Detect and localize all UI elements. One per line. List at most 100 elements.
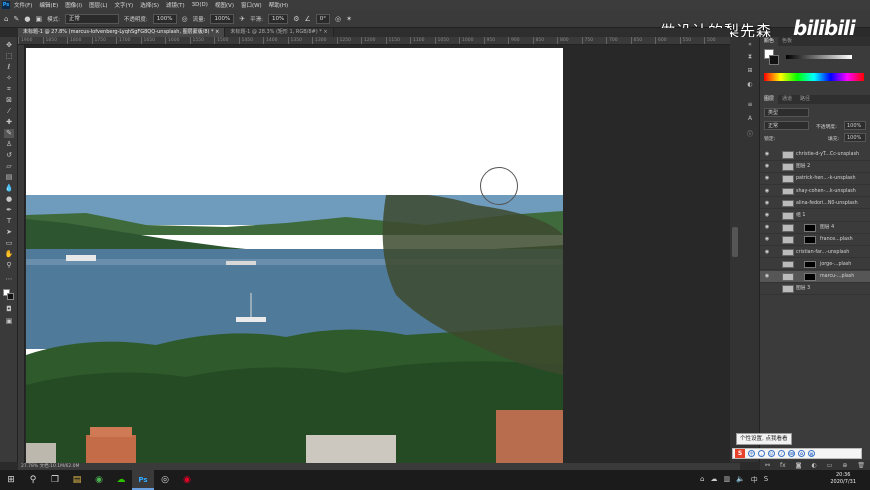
menu-select[interactable]: 选择(S): [140, 1, 159, 9]
menu-edit[interactable]: 编辑(E): [39, 1, 58, 9]
layer-mask-thumbnail[interactable]: [804, 273, 816, 281]
screen-mode-icon[interactable]: ▣: [4, 317, 14, 326]
layer-opacity-field[interactable]: 100%: [844, 121, 866, 130]
brightness-slider[interactable]: [786, 55, 852, 59]
foreground-background-colors[interactable]: [3, 289, 14, 300]
ime-punct-icon[interactable]: ,: [758, 450, 765, 457]
tray-app-icon[interactable]: ⌂: [700, 475, 704, 485]
collapse-icon[interactable]: «: [745, 41, 755, 49]
visibility-eye-icon[interactable]: ◉: [763, 173, 771, 185]
netease-music-icon[interactable]: ◉: [176, 470, 198, 490]
lasso-tool-icon[interactable]: ℓ: [4, 63, 14, 72]
new-group-icon[interactable]: ▭: [827, 462, 833, 469]
layer-row[interactable]: jorge-...plash: [760, 259, 870, 271]
gear-icon[interactable]: ⚙: [293, 15, 299, 23]
menu-window[interactable]: 窗口(W): [241, 1, 262, 9]
blend-mode-select[interactable]: 正常: [764, 121, 809, 130]
layer-thumbnail[interactable]: [782, 285, 794, 293]
chrome-icon[interactable]: ◉: [88, 470, 110, 490]
layer-row[interactable]: ◉ patrick-hen...-k-unsplash: [760, 173, 870, 185]
tab-document-2[interactable]: 未标题-1 @ 28.3% (矩形 1, RGB/8#) * ×: [225, 28, 334, 37]
quick-mask-icon[interactable]: ◘: [4, 305, 14, 314]
tray-ime-icon[interactable]: 中: [751, 475, 758, 485]
ime-keyboard-icon[interactable]: ⌨: [788, 450, 795, 457]
tray-wechat-icon[interactable]: ☁: [710, 475, 717, 485]
adjustment-layer-icon[interactable]: ◐: [811, 462, 816, 469]
windows-start-icon[interactable]: ⊞: [0, 470, 22, 490]
layer-thumbnail[interactable]: [782, 212, 794, 220]
brush-settings-icon[interactable]: ▣: [35, 15, 42, 23]
pressure-opacity-icon[interactable]: ◎: [182, 15, 188, 23]
vertical-scrollbar[interactable]: [730, 37, 740, 462]
wechat-icon[interactable]: ☁: [110, 470, 132, 490]
layer-thumbnail[interactable]: [782, 151, 794, 159]
fx-icon[interactable]: fx: [780, 462, 786, 469]
add-mask-icon[interactable]: ◙: [796, 462, 802, 469]
fill-field[interactable]: 100%: [844, 133, 866, 142]
layer-mask-thumbnail[interactable]: [804, 260, 816, 269]
adjustments-icon[interactable]: ◐: [745, 81, 755, 89]
background-swatch[interactable]: [769, 55, 779, 65]
zoom-tool-icon[interactable]: ⚲: [4, 261, 14, 270]
tab-swatches[interactable]: 色板: [778, 37, 796, 46]
tray-volume-icon[interactable]: 🔈: [736, 475, 745, 485]
layer-row[interactable]: ◉ alina-fedori...N0-unsplash: [760, 198, 870, 210]
layer-row[interactable]: ◉ france...plash: [760, 234, 870, 246]
layer-thumbnail[interactable]: [782, 224, 794, 232]
layer-thumbnail[interactable]: [782, 260, 794, 269]
menu-view[interactable]: 视图(V): [215, 1, 234, 9]
layer-mask-thumbnail[interactable]: [804, 224, 816, 232]
gradient-tool-icon[interactable]: ▤: [4, 173, 14, 182]
symmetry-icon[interactable]: ✶: [346, 15, 352, 23]
history-icon[interactable]: ⧗: [745, 53, 755, 61]
task-view-icon[interactable]: ❐: [44, 470, 66, 490]
color-spectrum[interactable]: [764, 73, 864, 81]
hand-tool-icon[interactable]: ✋: [4, 250, 14, 259]
character-icon[interactable]: A: [745, 115, 755, 123]
sogou-logo-icon[interactable]: S: [735, 449, 745, 458]
home-icon[interactable]: ⌂: [4, 15, 8, 23]
document-canvas[interactable]: [26, 48, 563, 463]
opacity-field[interactable]: 100%: [152, 13, 177, 24]
visibility-eye-icon[interactable]: ◉: [763, 210, 771, 222]
rectangle-tool-icon[interactable]: ▭: [4, 239, 14, 248]
airbrush-icon[interactable]: ✈: [239, 15, 245, 23]
layer-thumbnail[interactable]: [782, 236, 794, 244]
ime-emoji-icon[interactable]: ☺: [768, 450, 775, 457]
layer-thumbnail[interactable]: [782, 273, 794, 281]
scrollbar-thumb[interactable]: [732, 227, 738, 257]
type-tool-icon[interactable]: T: [4, 217, 14, 226]
ime-chinese-icon[interactable]: 中: [748, 450, 755, 457]
layer-thumbnail[interactable]: [782, 187, 794, 196]
more-tools-icon[interactable]: ⋯: [4, 275, 14, 284]
layer-row[interactable]: ◉ marcu-...plash: [760, 271, 870, 283]
layer-thumbnail[interactable]: [782, 199, 794, 208]
smoothing-field[interactable]: 10%: [267, 13, 289, 24]
layer-row[interactable]: ◉ 图层 2: [760, 161, 870, 173]
move-tool-icon[interactable]: ✥: [4, 41, 14, 50]
menu-3d[interactable]: 3D(D): [192, 2, 208, 8]
eyedropper-tool-icon[interactable]: ⁄: [4, 107, 14, 116]
pen-tool-icon[interactable]: ✒: [4, 206, 14, 215]
tab-document-1[interactable]: 未标题-1 @ 27.8% (marcus-lofvenberg-LyqhSgF…: [18, 28, 226, 37]
menu-type[interactable]: 文字(Y): [115, 1, 134, 9]
layer-row[interactable]: ◉ christie-d-yT...Cc-unsplash: [760, 149, 870, 161]
dodge-tool-icon[interactable]: ●: [4, 195, 14, 204]
visibility-eye-icon[interactable]: ◉: [763, 247, 771, 259]
layer-row[interactable]: ◉ cristian-far...-unsplash: [760, 247, 870, 259]
clone-stamp-tool-icon[interactable]: ♙: [4, 140, 14, 149]
blur-tool-icon[interactable]: 💧: [4, 184, 14, 193]
tray-network-icon[interactable]: ▥: [723, 475, 730, 485]
visibility-eye-icon[interactable]: ◉: [763, 222, 771, 234]
photoshop-taskbar-icon[interactable]: Ps: [132, 470, 154, 490]
explorer-icon[interactable]: ▤: [66, 470, 88, 490]
visibility-eye-icon[interactable]: ◉: [763, 234, 771, 246]
mode-select[interactable]: 正常: [64, 13, 119, 24]
history-brush-tool-icon[interactable]: ↺: [4, 151, 14, 160]
visibility-eye-icon[interactable]: ◉: [763, 161, 771, 173]
pressure-size-icon[interactable]: ◎: [335, 15, 341, 23]
frame-tool-icon[interactable]: ⊠: [4, 96, 14, 105]
quick-select-tool-icon[interactable]: ✧: [4, 74, 14, 83]
obs-icon[interactable]: ◎: [154, 470, 176, 490]
tray-sogou-icon[interactable]: S: [764, 475, 768, 485]
